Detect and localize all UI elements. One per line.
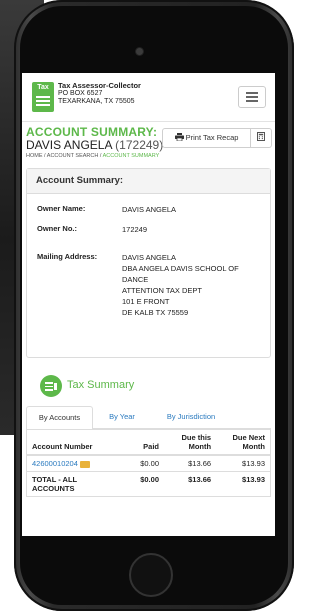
calculator-icon (257, 132, 265, 141)
list-arrow-icon (54, 383, 57, 390)
list-line-icon (45, 389, 53, 391)
org-address-line2: TEXARKANA, TX 75505 (58, 98, 135, 105)
due-next-month-cell: $13.93 (216, 471, 271, 497)
owner-heading-name: DAVIS ANGELA (26, 138, 112, 152)
hamburger-menu-button[interactable] (238, 86, 266, 108)
mailing-address-value: DAVIS ANGELA DBA ANGELA DAVIS SCHOOL OF … (122, 252, 239, 318)
breadcrumb: HOME / ACCOUNT SEARCH / ACCOUNT SUMMARY (26, 153, 159, 159)
folder-icon[interactable] (79, 460, 90, 468)
account-summary-heading: Account Summary: (27, 169, 270, 194)
column-header: Paid (122, 429, 164, 456)
due-next-month-cell: $13.93 (216, 454, 271, 472)
logo-lines-icon (36, 96, 50, 108)
table-header-row: Account Number Paid Due this Month Due N… (26, 429, 271, 456)
print-tax-recap-button[interactable]: Print Tax Recap (162, 128, 251, 148)
column-header: Due Next Month (216, 429, 271, 456)
site-header: Tax Tax Assessor-Collector PO BOX 6527 T… (22, 73, 275, 122)
account-number-link[interactable]: 42600010204 (32, 459, 78, 468)
page-title: ACCOUNT SUMMARY: (26, 125, 158, 139)
org-address-line1: PO BOX 6527 (58, 90, 103, 97)
column-header: Due this Month (164, 429, 217, 456)
logo-text: Tax (37, 84, 49, 91)
paid-cell: $0.00 (122, 471, 164, 497)
list-line-icon (45, 382, 53, 384)
mailing-address-label: Mailing Address: (37, 252, 98, 261)
printer-icon (174, 133, 184, 142)
calculator-button[interactable] (250, 128, 272, 148)
org-info: Tax Assessor-Collector PO BOX 6527 TEXAR… (58, 82, 141, 106)
breadcrumb-current: ACCOUNT SUMMARY (102, 153, 160, 159)
tax-logo[interactable]: Tax (32, 82, 54, 112)
list-line-icon (45, 385, 53, 387)
table-row: TOTAL - ALL ACCOUNTS $0.00 $13.66 $13.93 (26, 471, 271, 497)
menu-bar-icon (246, 100, 258, 102)
tab-by-accounts[interactable]: By Accounts (26, 406, 93, 430)
home-button[interactable] (129, 553, 173, 597)
owner-no-value: 172249 (122, 225, 148, 234)
breadcrumb-home[interactable]: HOME (26, 153, 43, 159)
mailing-line: 101 E FRONT (122, 297, 170, 306)
mailing-line: DBA ANGELA DAVIS SCHOOL OF (122, 264, 239, 273)
mailing-line: DAVIS ANGELA (122, 253, 177, 262)
owner-heading: DAVIS ANGELA (172249) (26, 138, 163, 152)
tab-by-year[interactable]: By Year (96, 406, 148, 428)
mailing-line: DE KALB TX 75559 (122, 308, 189, 317)
column-header: Account Number (26, 429, 122, 456)
menu-bar-icon (246, 96, 258, 98)
owner-no-label: Owner No.: (37, 224, 78, 233)
account-summary-panel: Account Summary: Owner Name: DAVIS ANGEL… (26, 168, 271, 358)
print-label: Print Tax Recap (185, 133, 239, 142)
due-this-month-cell: $13.66 (164, 454, 217, 472)
title-area: ACCOUNT SUMMARY: DAVIS ANGELA (172249) H… (22, 122, 275, 169)
phone-screen: Tax Tax Assessor-Collector PO BOX 6527 T… (22, 73, 275, 536)
paid-cell: $0.00 (122, 454, 164, 472)
breadcrumb-account-search[interactable]: ACCOUNT SEARCH (47, 153, 99, 159)
tax-summary-heading: Tax Summary (67, 379, 135, 391)
list-icon (40, 375, 62, 397)
tax-summary-table: Account Number Paid Due this Month Due N… (26, 429, 271, 497)
mailing-line: ATTENTION TAX DEPT (122, 286, 203, 295)
table-row: 42600010204 $0.00 $13.66 $13.93 (26, 454, 271, 472)
due-this-month-cell: $13.66 (164, 471, 217, 497)
account-cell: 42600010204 (26, 454, 122, 472)
menu-bar-icon (246, 92, 258, 94)
org-name: Tax Assessor-Collector (58, 81, 141, 90)
tax-summary-tabs: By Accounts By Year By Jurisdiction (26, 406, 271, 430)
tab-by-jurisdiction[interactable]: By Jurisdiction (152, 406, 230, 428)
total-label-cell: TOTAL - ALL ACCOUNTS (26, 471, 122, 497)
owner-name-label: Owner Name: (37, 204, 86, 213)
mailing-line: DANCE (122, 275, 149, 284)
owner-heading-number: (172249) (115, 138, 164, 152)
camera-icon (136, 48, 143, 55)
owner-name-value: DAVIS ANGELA (122, 205, 177, 214)
